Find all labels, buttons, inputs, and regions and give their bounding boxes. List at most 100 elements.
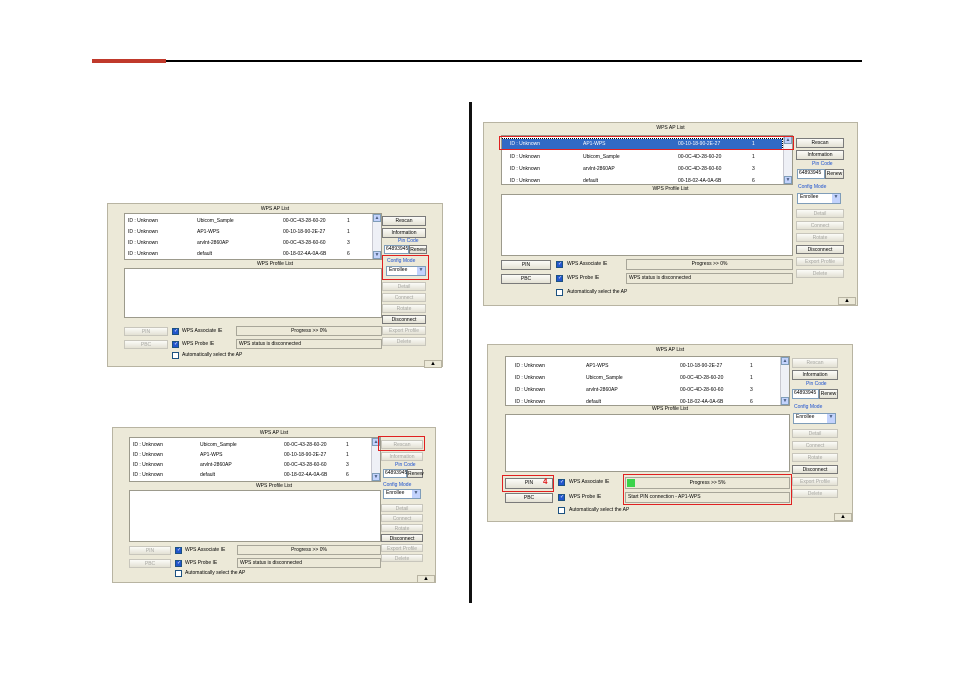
auto-select-checkbox[interactable] <box>558 507 565 514</box>
ap-row[interactable]: ID : Unknown Ubicom_Sample 00-0C-4D-28-60-… <box>506 373 779 383</box>
config-mode-select[interactable]: Enrollee ▼ <box>793 413 836 424</box>
auto-select-checkbox[interactable] <box>175 570 182 577</box>
wps-associate-checkbox[interactable] <box>172 328 179 335</box>
ap-mac: 00-10-18-90-2E-27 <box>283 229 326 235</box>
pin-code-field[interactable]: 64893945 <box>384 245 409 254</box>
detail-button[interactable]: Detail <box>792 429 838 438</box>
rescan-button[interactable]: Rescan <box>792 358 838 368</box>
wps-associate-checkbox[interactable] <box>558 479 565 486</box>
ap-channel: 6 <box>347 251 350 257</box>
ap-row[interactable]: ID : Unknown default 00-18-02-4A-0A-6B 6 <box>502 176 782 184</box>
wps-associate-checkbox[interactable] <box>175 547 182 554</box>
connect-button[interactable]: Connect <box>796 221 844 230</box>
scroll-up-icon[interactable]: ▲ <box>373 214 381 222</box>
ap-row[interactable]: ID : Unknown arvlnt-2860AP 00-0C-4D-28-60-… <box>502 164 782 174</box>
disconnect-button[interactable]: Disconnect <box>792 465 838 474</box>
auto-select-label: Automatically select the AP <box>567 289 628 295</box>
rotate-button[interactable]: Rotate <box>382 304 426 313</box>
ap-row[interactable]: ID : Unknown Ubicom_Sample 00-0C-4D-28-60-… <box>502 152 782 162</box>
config-mode-value: Enrollee <box>796 414 815 420</box>
rescan-button[interactable]: Rescan <box>382 216 426 226</box>
disconnect-button[interactable]: Disconnect <box>381 534 423 542</box>
profile-list <box>505 414 790 472</box>
rotate-button[interactable]: Rotate <box>381 524 423 532</box>
ap-row[interactable]: ID : Unknown AP1-WPS 00-10-18-90-2E-27 1 <box>506 361 779 371</box>
wps-probe-checkbox[interactable] <box>558 494 565 501</box>
collapse-arrow-icon[interactable]: ▲ <box>417 575 435 583</box>
wps-probe-checkbox[interactable] <box>556 275 563 282</box>
pbc-button[interactable]: PBC <box>124 340 168 349</box>
ap-row[interactable]: ID : Unknown default 00-18-02-4A-0A-6B 6 <box>506 397 779 405</box>
wps-probe-checkbox[interactable] <box>175 560 182 567</box>
information-button[interactable]: Information <box>792 370 838 380</box>
ap-id: ID : Unknown <box>510 178 541 184</box>
delete-button[interactable]: Delete <box>792 489 838 498</box>
rescan-button[interactable]: Rescan <box>796 138 844 148</box>
pin-code-field[interactable]: 64893945 <box>797 169 825 179</box>
ap-row[interactable]: ID : Unknown arvlnt-2860AP 00-0C-43-28-60-… <box>130 462 370 470</box>
disconnect-button[interactable]: Disconnect <box>382 315 426 324</box>
rotate-button[interactable]: Rotate <box>792 453 838 462</box>
auto-select-checkbox[interactable] <box>172 352 179 359</box>
status-highlight <box>623 474 792 505</box>
ap-row[interactable]: ID : Unknown Ubicom_Sample 00-0C-43-28-60-… <box>130 442 370 450</box>
detail-button[interactable]: Detail <box>381 504 423 512</box>
renew-button[interactable]: Renew <box>825 169 844 179</box>
config-mode-select[interactable]: Enrollee ▼ <box>797 193 841 204</box>
ap-row[interactable]: ID : Unknown arvlnt-2860AP 00-0C-43-28-60-… <box>125 240 371 248</box>
collapse-arrow-icon[interactable]: ▲ <box>424 360 442 368</box>
collapse-arrow-icon[interactable]: ▲ <box>838 297 856 305</box>
delete-button[interactable]: Delete <box>796 269 844 278</box>
export-profile-button[interactable]: Export Profile <box>382 326 426 335</box>
pin-button[interactable]: PIN <box>124 327 168 336</box>
pbc-button[interactable]: PBC <box>501 274 551 284</box>
detail-button[interactable]: Detail <box>382 282 426 291</box>
pbc-button[interactable]: PBC <box>129 559 171 568</box>
connect-button[interactable]: Connect <box>792 441 838 450</box>
pin-button[interactable]: PIN <box>129 546 171 555</box>
wps-probe-checkbox[interactable] <box>172 341 179 348</box>
config-mode-select[interactable]: Enrollee ▼ <box>383 489 421 499</box>
auto-select-checkbox[interactable] <box>556 289 563 296</box>
renew-button[interactable]: Renew <box>409 245 427 254</box>
ap-row[interactable]: ID : Unknown default 00-18-02-4A-0A-6B 6 <box>125 251 371 259</box>
ap-row[interactable]: ID : Unknown AP1-WPS 00-10-18-90-2E-27 1 <box>125 229 371 237</box>
delete-button[interactable]: Delete <box>382 337 426 346</box>
pin-code-field[interactable]: 64893945 <box>383 469 407 478</box>
ap-mac: 00-18-02-4A-0A-6B <box>284 472 328 478</box>
export-profile-button[interactable]: Export Profile <box>381 544 423 552</box>
information-button[interactable]: Information <box>382 228 426 238</box>
detail-button[interactable]: Detail <box>796 209 844 218</box>
pin-button[interactable]: PIN <box>501 260 551 270</box>
collapse-arrow-icon[interactable]: ▲ <box>834 513 852 521</box>
pin-code-field[interactable]: 64893945 <box>792 389 819 399</box>
rotate-button[interactable]: Rotate <box>796 233 844 242</box>
ap-row[interactable]: ID : Unknown arvlnt-2860AP 00-0C-4D-28-60-… <box>506 385 779 395</box>
ap-id: ID : Unknown <box>133 462 164 468</box>
scroll-down-icon[interactable]: ▼ <box>372 473 380 481</box>
ap-list-scrollbar[interactable]: ▲ ▼ <box>780 357 789 405</box>
scroll-down-icon[interactable]: ▼ <box>781 397 789 405</box>
ap-list-scrollbar[interactable]: ▲ ▼ <box>372 214 381 259</box>
scroll-down-icon[interactable]: ▼ <box>784 176 792 184</box>
ap-mac: 00-18-02-4A-0A-6B <box>283 251 327 257</box>
connect-button[interactable]: Connect <box>382 293 426 302</box>
wps-associate-checkbox[interactable] <box>556 261 563 268</box>
ap-mac: 00-0C-43-28-60-20 <box>283 218 326 224</box>
information-button[interactable]: Information <box>381 452 423 461</box>
scroll-up-icon[interactable]: ▲ <box>781 357 789 365</box>
export-profile-button[interactable]: Export Profile <box>792 477 838 486</box>
ap-row[interactable]: ID : Unknown default 00-18-02-4A-0A-6B 6 <box>130 472 370 480</box>
information-button[interactable]: Information <box>796 150 844 160</box>
renew-button[interactable]: Renew <box>407 469 424 478</box>
delete-button[interactable]: Delete <box>381 554 423 562</box>
ap-row[interactable]: ID : Unknown AP1-WPS 00-10-18-90-2E-27 1 <box>130 452 370 460</box>
scroll-down-icon[interactable]: ▼ <box>373 251 381 259</box>
ap-channel: 1 <box>346 442 349 448</box>
disconnect-button[interactable]: Disconnect <box>796 245 844 254</box>
export-profile-button[interactable]: Export Profile <box>796 257 844 266</box>
renew-button[interactable]: Renew <box>819 389 838 399</box>
ap-row[interactable]: ID : Unknown Ubicom_Sample 00-0C-43-28-60-… <box>125 218 371 226</box>
pbc-button[interactable]: PBC <box>505 493 553 503</box>
connect-button[interactable]: Connect <box>381 514 423 522</box>
